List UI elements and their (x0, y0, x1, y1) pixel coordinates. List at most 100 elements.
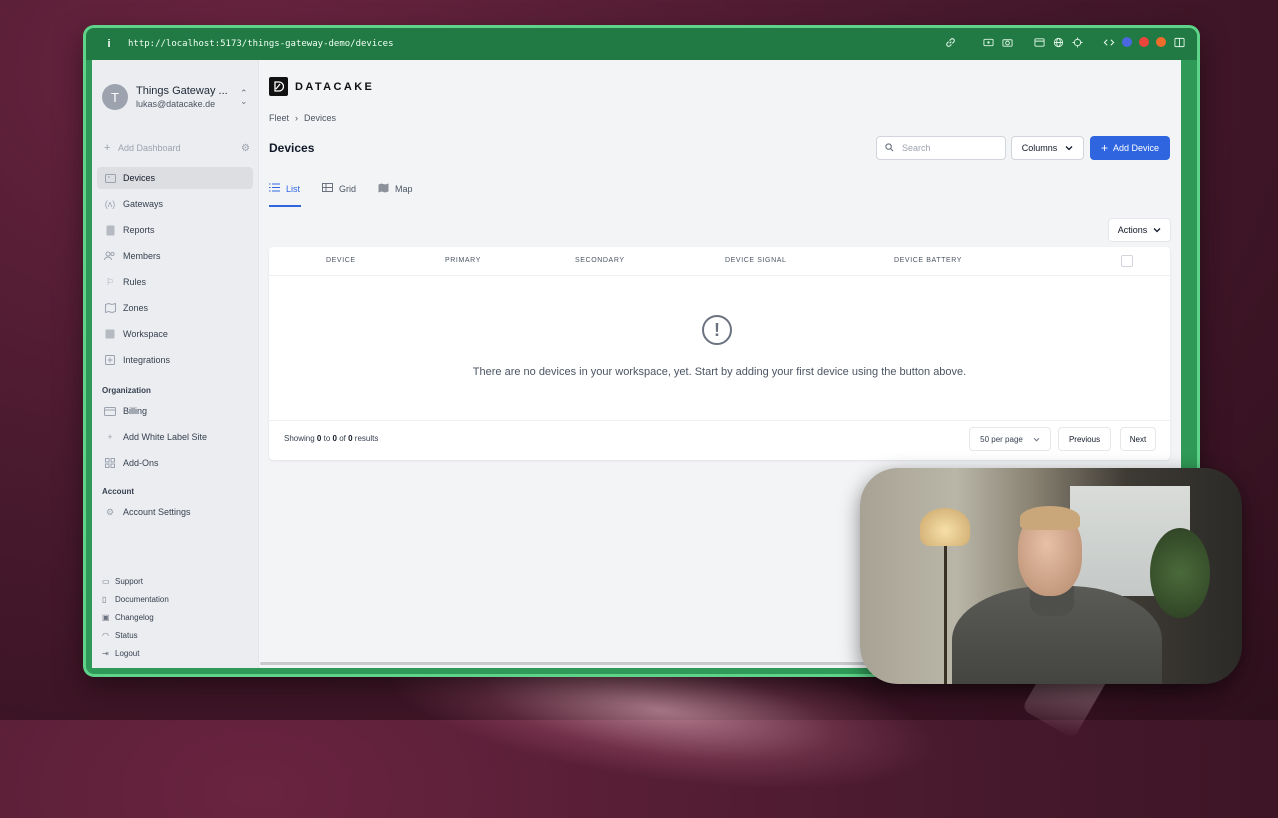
horizontal-scrollbar[interactable] (260, 662, 870, 665)
section-label-organization: Organization (102, 386, 151, 395)
url-text[interactable]: http://localhost:5173/things-gateway-dem… (128, 39, 394, 49)
add-dashboard-button[interactable]: + Add Dashboard ⚙ (104, 140, 250, 156)
sidebar-item-add-white-label-site[interactable]: + Add White Label Site (97, 426, 253, 448)
code-icon[interactable] (1103, 36, 1115, 48)
column-header-device[interactable]: DEVICE (326, 257, 356, 264)
search-placeholder: Search (902, 143, 931, 153)
account-switcher[interactable]: T Things Gateway ... lukas@datacake.de ⌃… (102, 82, 252, 112)
devices-icon (104, 172, 116, 184)
search-input[interactable]: Search (876, 136, 1006, 160)
column-header-device-signal[interactable]: DEVICE SIGNAL (725, 257, 786, 264)
tab-list[interactable]: List (269, 178, 302, 207)
book-icon: ▯ (102, 594, 107, 604)
addons-icon (104, 457, 116, 469)
previous-page-button[interactable]: Previous (1058, 427, 1111, 451)
logout-icon: ⇥ (102, 648, 109, 658)
camera-icon[interactable] (1001, 36, 1013, 48)
target-icon[interactable] (1071, 36, 1083, 48)
orange-extension-icon[interactable] (1156, 37, 1166, 47)
page-title: Devices (269, 141, 315, 155)
tab-map[interactable]: Map (378, 178, 413, 200)
sidebar-icon[interactable] (1173, 36, 1185, 48)
results-suffix: results (354, 434, 379, 443)
report-icon (104, 224, 116, 236)
sidebar-item-integrations[interactable]: Integrations (97, 349, 253, 371)
workspace-name: Things Gateway ... (136, 85, 228, 97)
column-header-device-battery[interactable]: DEVICE BATTERY (894, 257, 962, 264)
sidebar-item-members[interactable]: Members (97, 245, 253, 267)
chevron-down-icon (1153, 225, 1161, 235)
chevron-up-down-icon[interactable]: ⌃ ⌄ (240, 89, 248, 106)
footer-link-logout[interactable]: ⇥ Logout (102, 644, 252, 662)
footer-link-support[interactable]: ▭ Support (102, 572, 252, 590)
sidebar-item-label: Integrations (123, 355, 171, 365)
blue-extension-icon[interactable] (1122, 37, 1132, 47)
red-extension-icon[interactable] (1139, 37, 1149, 47)
actions-label: Actions (1117, 225, 1148, 235)
column-header-primary[interactable]: PRIMARY (445, 257, 481, 264)
link-icon[interactable] (944, 36, 956, 48)
results-to: 0 (332, 434, 337, 443)
sidebar-item-reports[interactable]: Reports (97, 219, 253, 241)
screen-icon[interactable] (982, 36, 994, 48)
grid-icon (322, 183, 334, 195)
webcam-lamp (920, 508, 970, 546)
section-label-account: Account (102, 487, 134, 496)
webcam-plant (1150, 528, 1210, 618)
sidebar-item-gateways[interactable]: (ᴧ) Gateways (97, 193, 253, 215)
webcam-overlay (860, 468, 1242, 684)
browser-toolbar-icons (944, 36, 1185, 48)
main-nav: Devices (ᴧ) Gateways Reports Members ⚐ R… (97, 167, 253, 375)
footer-link-label: Status (115, 630, 138, 640)
sidebar-item-zones[interactable]: Zones (97, 297, 253, 319)
globe-icon[interactable] (1052, 36, 1064, 48)
datacake-logo[interactable]: DATACAKE (269, 77, 374, 96)
sidebar-item-label: Reports (123, 225, 155, 235)
integrations-icon (104, 354, 116, 366)
breadcrumb-fleet[interactable]: Fleet (269, 113, 289, 123)
chevron-down-icon (1033, 435, 1040, 444)
exclamation-circle-icon: ! (702, 315, 732, 345)
add-device-button[interactable]: + Add Device (1090, 136, 1170, 160)
sidebar-item-rules[interactable]: ⚐ Rules (97, 271, 253, 293)
footer-link-changelog[interactable]: ▣ Changelog (102, 608, 252, 626)
sidebar-item-devices[interactable]: Devices (97, 167, 253, 189)
window-icon[interactable] (1033, 36, 1045, 48)
tab-grid[interactable]: Grid (322, 178, 356, 200)
billing-icon (104, 405, 116, 417)
map-icon (104, 302, 116, 314)
workspace-icon (104, 328, 116, 340)
sidebar-item-label: Devices (123, 173, 156, 183)
devices-table: DEVICE PRIMARY SECONDARY DEVICE SIGNAL D… (269, 247, 1170, 460)
sidebar-item-account-settings[interactable]: ⚙ Account Settings (97, 501, 253, 523)
members-icon (104, 250, 116, 262)
select-all-checkbox[interactable] (1121, 255, 1133, 267)
footer-link-documentation[interactable]: ▯ Documentation (102, 590, 252, 608)
url-bar[interactable]: i http://localhost:5173/things-gateway-d… (86, 28, 1197, 60)
empty-state: ! There are no devices in your workspace… (269, 275, 1170, 421)
wifi-icon: ◠ (102, 630, 109, 640)
column-header-secondary[interactable]: SECONDARY (575, 257, 625, 264)
columns-label: Columns (1021, 143, 1058, 153)
sidebar-item-workspace[interactable]: Workspace (97, 323, 253, 345)
results-prefix: Showing (284, 434, 315, 443)
chevron-right-icon: › (295, 113, 299, 123)
breadcrumb-devices[interactable]: Devices (304, 113, 336, 123)
sidebar-item-add-ons[interactable]: Add-Ons (97, 452, 253, 474)
info-icon[interactable]: i (102, 38, 116, 50)
results-from: 0 (316, 434, 322, 443)
next-page-button[interactable]: Next (1120, 427, 1156, 451)
per-page-select[interactable]: 50 per page (969, 427, 1051, 451)
sidebar-item-label: Account Settings (123, 507, 191, 517)
gear-icon[interactable]: ⚙ (241, 143, 250, 154)
view-tabs: List Grid Map (269, 178, 413, 207)
actions-dropdown[interactable]: Actions (1108, 218, 1171, 242)
results-summary: Showing 0 to 0 of 0 results (284, 434, 378, 443)
sidebar-item-billing[interactable]: Billing (97, 400, 253, 422)
footer-link-status[interactable]: ◠ Status (102, 626, 252, 644)
columns-dropdown[interactable]: Columns (1011, 136, 1084, 160)
avatar[interactable]: T (102, 84, 128, 110)
sidebar-item-label: Add-Ons (123, 458, 159, 468)
results-total: 0 (348, 434, 353, 443)
per-page-value: 50 per page (980, 434, 1023, 444)
